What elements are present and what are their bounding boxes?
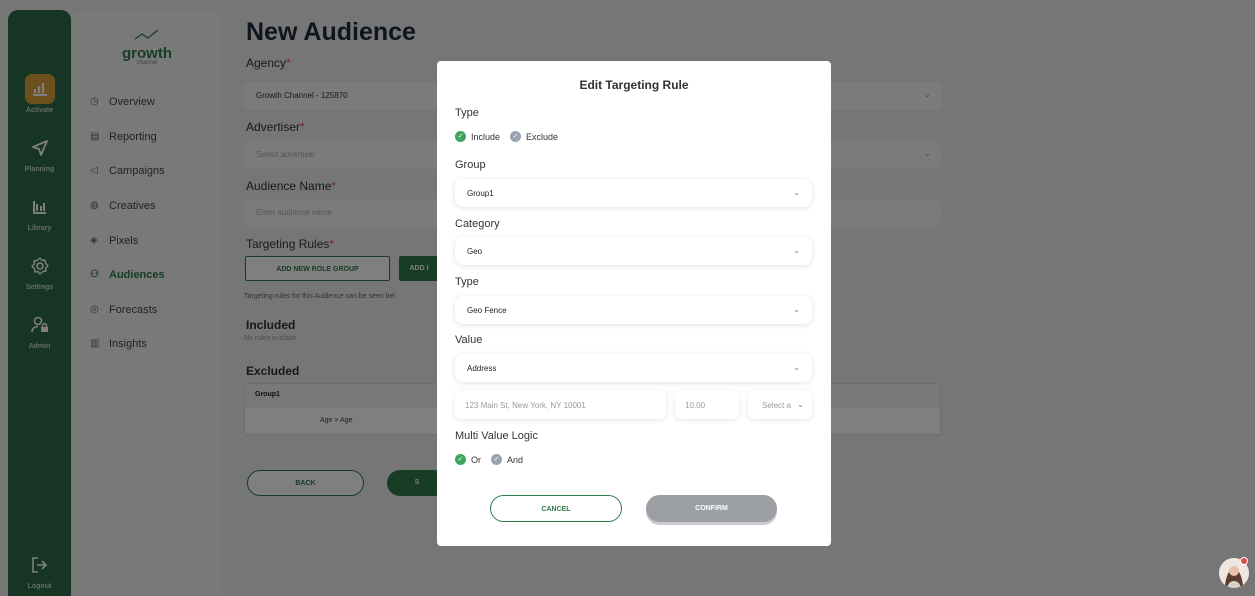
include-label: Include	[471, 131, 501, 142]
type-label: Type	[455, 107, 479, 119]
and-radio[interactable]: ✓	[491, 454, 502, 465]
cancel-button[interactable]: CANCEL	[490, 495, 622, 522]
and-label: And	[507, 454, 524, 465]
chevron-down-icon: ⌄	[797, 400, 804, 409]
multi-value-logic-label: Multi Value Logic	[455, 430, 538, 442]
chevron-down-icon: ⌄	[793, 363, 800, 372]
confirm-button[interactable]: CONFIRM	[646, 495, 777, 522]
category-label: Category	[455, 218, 500, 230]
rule-type-select[interactable]: Geo Fence ⌄	[455, 296, 812, 324]
value-select[interactable]: Address ⌄	[455, 354, 812, 382]
notification-badge	[1240, 557, 1248, 565]
exclude-label: Exclude	[526, 131, 559, 142]
edit-targeting-rule-modal: Edit Targeting Rule Type ✓ Include ✓ Exclu…	[437, 61, 831, 546]
chevron-down-icon: ⌄	[793, 188, 800, 197]
group-label: Group	[455, 159, 486, 171]
radius-input[interactable]: 10.00	[675, 391, 739, 419]
chevron-down-icon: ⌄	[793, 246, 800, 255]
exclude-radio[interactable]: ✓	[510, 131, 522, 142]
type-radio-group: ✓ Include ✓ Exclude	[455, 131, 558, 142]
value-label: Value	[455, 334, 483, 346]
include-radio[interactable]: ✓	[455, 131, 466, 142]
group-select[interactable]: Group1 ⌄	[455, 179, 812, 207]
category-select[interactable]: Geo ⌄	[455, 237, 812, 265]
or-radio[interactable]: ✓	[455, 454, 466, 465]
chevron-down-icon: ⌄	[793, 305, 800, 314]
logic-radio-group: ✓ Or ✓ And	[455, 454, 523, 465]
address-input[interactable]: 123 Main St, New York, NY 10001	[455, 391, 666, 419]
or-label: Or	[471, 454, 481, 465]
rule-type-label: Type	[455, 276, 479, 288]
modal-title: Edit Targeting Rule	[579, 78, 689, 92]
unit-select[interactable]: Select a ⌄	[748, 391, 812, 419]
